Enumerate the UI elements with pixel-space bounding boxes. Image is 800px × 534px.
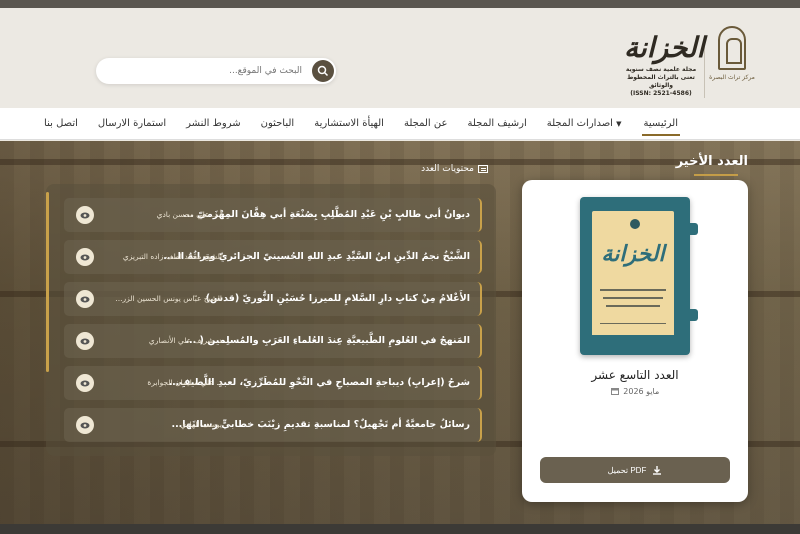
eye-icon: [80, 254, 90, 260]
article-author: د. علي سليمان الجوابرة: [147, 378, 222, 387]
article-item[interactable]: الأَعْلامُ مِنْ كتابِ دارِ السَّلامِ للم…: [64, 282, 482, 316]
cover-text-line: [603, 297, 663, 299]
issue-cover[interactable]: الخزانة: [580, 197, 698, 355]
nav-item-researchers[interactable]: الباحثون: [251, 108, 305, 140]
cover-tab: [682, 309, 698, 321]
nav-items: الرئيسية اصدارات المجلة ▼ ارشيف المجلة ع…: [34, 108, 688, 140]
cover-paper: الخزانة: [592, 211, 674, 343]
issue-date: مايو 2026: [522, 387, 748, 396]
eye-icon: [80, 422, 90, 428]
view-article-button[interactable]: [76, 206, 94, 224]
view-article-button[interactable]: [76, 332, 94, 350]
logo-divider: [704, 42, 705, 98]
list-icon: [478, 165, 488, 173]
article-author: د. شريف علي الأنصاري: [148, 336, 222, 345]
nav-item-label: استمارة الارسال: [97, 118, 167, 129]
eye-icon: [80, 212, 90, 218]
issue-contents-heading: محتويات العدد: [421, 164, 488, 174]
article-title[interactable]: ديوانُ أبي طالبٍ بْنِ عَبْدِ المُطَّلِبِ…: [183, 198, 470, 232]
nav-item-label: الباحثون: [260, 118, 295, 129]
download-icon: [653, 466, 662, 475]
articles-list[interactable]: ديوانُ أبي طالبٍ بْنِ عَبْدِ المُطَّلِبِ…: [46, 184, 496, 456]
latest-issue-card: الخزانة العدد التاسع عشر مايو 2026 تحميل…: [522, 180, 748, 502]
calendar-icon: [610, 388, 619, 395]
nav-item-submission-form[interactable]: استمارة الارسال: [88, 108, 176, 140]
nav-item-contact[interactable]: اتصل بنا: [34, 108, 88, 140]
magazine-issn: (ISSN: 2521-4586): [630, 90, 692, 97]
institution-logo-mark-icon: [718, 26, 746, 70]
article-title[interactable]: الأَعْلامُ مِنْ كتابِ دارِ السَّلامِ للم…: [206, 282, 470, 316]
article-item[interactable]: المَنهجُ في العُلومِ الطَّبيعيَّةِ عِندَ…: [64, 324, 482, 358]
eye-icon: [80, 338, 90, 344]
cover-footer-band: [592, 335, 674, 343]
eye-icon: [80, 296, 90, 302]
article-item[interactable]: رسائلُ جامعيَّةٌ أم تَجْهيلٌ؟ لمناسبةِ ت…: [64, 408, 482, 442]
nav-item-about[interactable]: عن المجلة: [394, 108, 458, 140]
issue-date-text: مايو 2026: [623, 387, 660, 396]
download-pdf-button[interactable]: تحميل PDF: [540, 457, 730, 483]
article-author: الشيخ عبّاس يونس الحسين الزر...: [115, 294, 222, 303]
chevron-down-icon: ▼: [616, 120, 622, 128]
cover-text-line: [600, 323, 666, 324]
nav-item-home[interactable]: الرئيسية: [634, 108, 688, 140]
nav-item-publishing-terms[interactable]: شروط النشر: [176, 108, 250, 140]
article-title[interactable]: المَنهجُ في العُلومِ الطَّبيعيَّةِ عِندَ…: [185, 324, 470, 358]
view-article-button[interactable]: [76, 416, 94, 434]
site-header: مركز تراث البصرة الخزانة مجلة علمية نصف …: [0, 8, 800, 108]
cover-text-line: [606, 305, 660, 307]
search-button[interactable]: [312, 60, 334, 82]
nav-item-issues[interactable]: اصدارات المجلة ▼: [537, 108, 634, 140]
cover-seal-icon: [630, 219, 640, 229]
top-strip: [0, 0, 800, 8]
latest-issue-heading: العدد الأخير: [675, 154, 748, 169]
nav-item-label: اصدارات المجلة: [546, 118, 613, 129]
eye-icon: [80, 380, 90, 386]
nav-item-label: الرئيسية: [643, 118, 678, 129]
view-article-button[interactable]: [76, 290, 94, 308]
view-article-button[interactable]: [76, 374, 94, 392]
main-nav: الرئيسية اصدارات المجلة ▼ ارشيف المجلة ع…: [0, 108, 800, 140]
issue-contents-label: محتويات العدد: [421, 164, 474, 174]
institution-logo[interactable]: مركز تراث البصرة: [709, 26, 755, 106]
magazine-logo-calligraphy: الخزانة: [624, 31, 705, 64]
nav-item-label: شروط النشر: [186, 118, 241, 129]
nav-item-label: اتصل بنا: [44, 118, 78, 129]
site-search: [96, 58, 336, 84]
magazine-tagline: مجلة علمية نصف سنوية تعنى بالتراث المخطو…: [625, 66, 697, 89]
article-item[interactable]: ديوانُ أبي طالبٍ بْنِ عَبْدِ المُطَّلِبِ…: [64, 198, 482, 232]
download-pdf-label: تحميل PDF: [607, 465, 647, 475]
cover-title: الخزانة: [601, 241, 665, 267]
institution-logo-text: مركز تراث البصرة: [709, 74, 755, 81]
article-item[interactable]: شرحُ (إعرابِ) ديباجةِ المصباحِ في النَّح…: [64, 366, 482, 400]
cover-text-line: [600, 289, 666, 291]
bottom-strip: [0, 524, 800, 534]
nav-item-archive[interactable]: ارشيف المجلة: [457, 108, 536, 140]
view-article-button[interactable]: [76, 248, 94, 266]
heading-underline: [694, 174, 738, 176]
issue-name[interactable]: العدد التاسع عشر: [522, 368, 748, 382]
article-item[interactable]: الشَّيْخُ نجمُ الدِّينِ ابنُ السَّيِّدِ …: [64, 240, 482, 274]
nav-item-label: ارشيف المجلة: [467, 118, 527, 129]
nav-item-label: الهيأة الاستشارية: [314, 118, 384, 129]
article-author: يوسف الهادي: [180, 420, 222, 429]
article-author: أ.د. علي محسن بادي: [156, 210, 222, 219]
nav-item-advisory-board[interactable]: الهيأة الاستشارية: [304, 108, 394, 140]
search-icon: [317, 65, 329, 77]
article-author: الشيخ محمّد لطف زاده التبريزي: [122, 252, 222, 261]
list-scrollbar[interactable]: [46, 192, 49, 372]
magazine-logo[interactable]: الخزانة مجلة علمية نصف سنوية تعنى بالترا…: [624, 30, 705, 110]
search-input[interactable]: [122, 58, 308, 84]
cover-tab: [682, 223, 698, 235]
nav-item-label: عن المجلة: [403, 118, 448, 129]
